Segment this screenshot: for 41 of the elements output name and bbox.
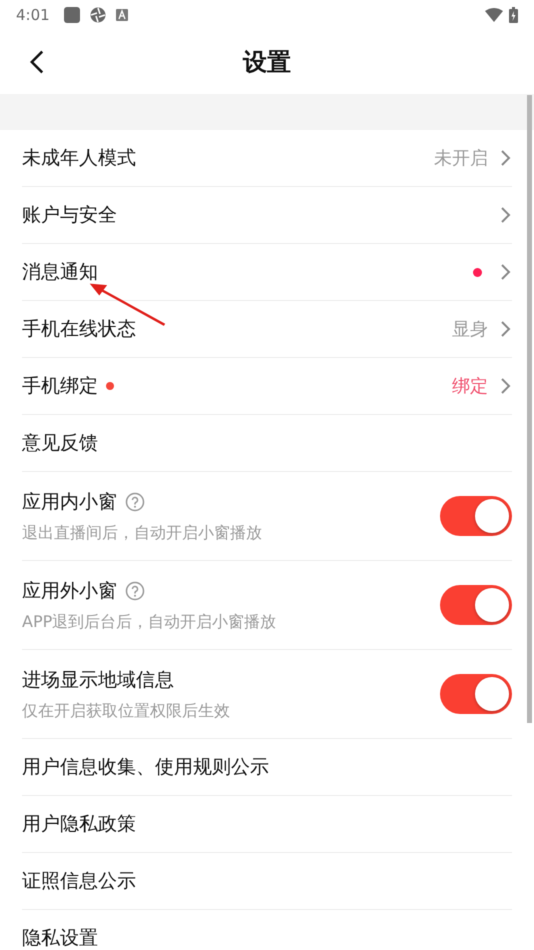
battery-icon (509, 7, 518, 23)
row-label: 手机绑定 (22, 374, 98, 399)
row-label: 未成年人模式 (22, 146, 136, 171)
aperture-icon (90, 7, 106, 23)
row-value: 绑定 (452, 375, 488, 398)
toggle-switch[interactable] (440, 585, 512, 625)
row-label: 用户信息收集、使用规则公示 (22, 755, 269, 780)
row-label: 意见反馈 (22, 431, 98, 456)
help-icon[interactable] (125, 492, 145, 512)
settings-row[interactable]: 未成年人模式 未开启 (22, 130, 512, 187)
row-label: 用户隐私政策 (22, 812, 136, 837)
row-description: 仅在开启获取位置权限后生效 (22, 700, 230, 722)
row-label: 证照信息公示 (22, 869, 136, 894)
row-label: 应用内小窗 (22, 490, 117, 514)
help-icon[interactable] (125, 580, 145, 600)
row-value: 显身 (452, 318, 488, 341)
row-description: 退出直播间后，自动开启小窗播放 (22, 522, 262, 544)
row-label: 隐私设置 (22, 926, 98, 950)
page-title: 设置 (243, 47, 291, 78)
settings-row[interactable]: 隐私设置 (22, 910, 512, 950)
settings-row[interactable]: 账户与安全 (22, 187, 512, 244)
row-label: 手机在线状态 (22, 317, 136, 342)
row-label: 消息通知 (22, 260, 98, 285)
row-value: 未开启 (434, 147, 488, 170)
keyboard-icon (116, 9, 128, 21)
row-label: 应用外小窗 (22, 578, 117, 604)
settings-row[interactable]: 手机在线状态 显身 (22, 301, 512, 358)
settings-row[interactable]: 手机绑定 绑定 (22, 358, 512, 415)
toggle-switch[interactable] (440, 674, 512, 714)
toggle-switch[interactable] (440, 496, 512, 536)
settings-row[interactable]: 用户隐私政策 (22, 796, 512, 853)
status-time: 4:01 (16, 6, 50, 24)
wifi-icon (485, 8, 503, 22)
row-label: 进场显示地域信息 (22, 668, 174, 692)
back-button[interactable] (30, 50, 44, 74)
app-icon (64, 7, 80, 23)
row-label: 账户与安全 (22, 203, 117, 228)
settings-row[interactable]: 用户信息收集、使用规则公示 (22, 739, 512, 796)
settings-row[interactable]: 意见反馈 (22, 415, 512, 472)
row-description: APP退到后台后，自动开启小窗播放 (22, 612, 276, 632)
settings-row[interactable]: 证照信息公示 (22, 853, 512, 910)
